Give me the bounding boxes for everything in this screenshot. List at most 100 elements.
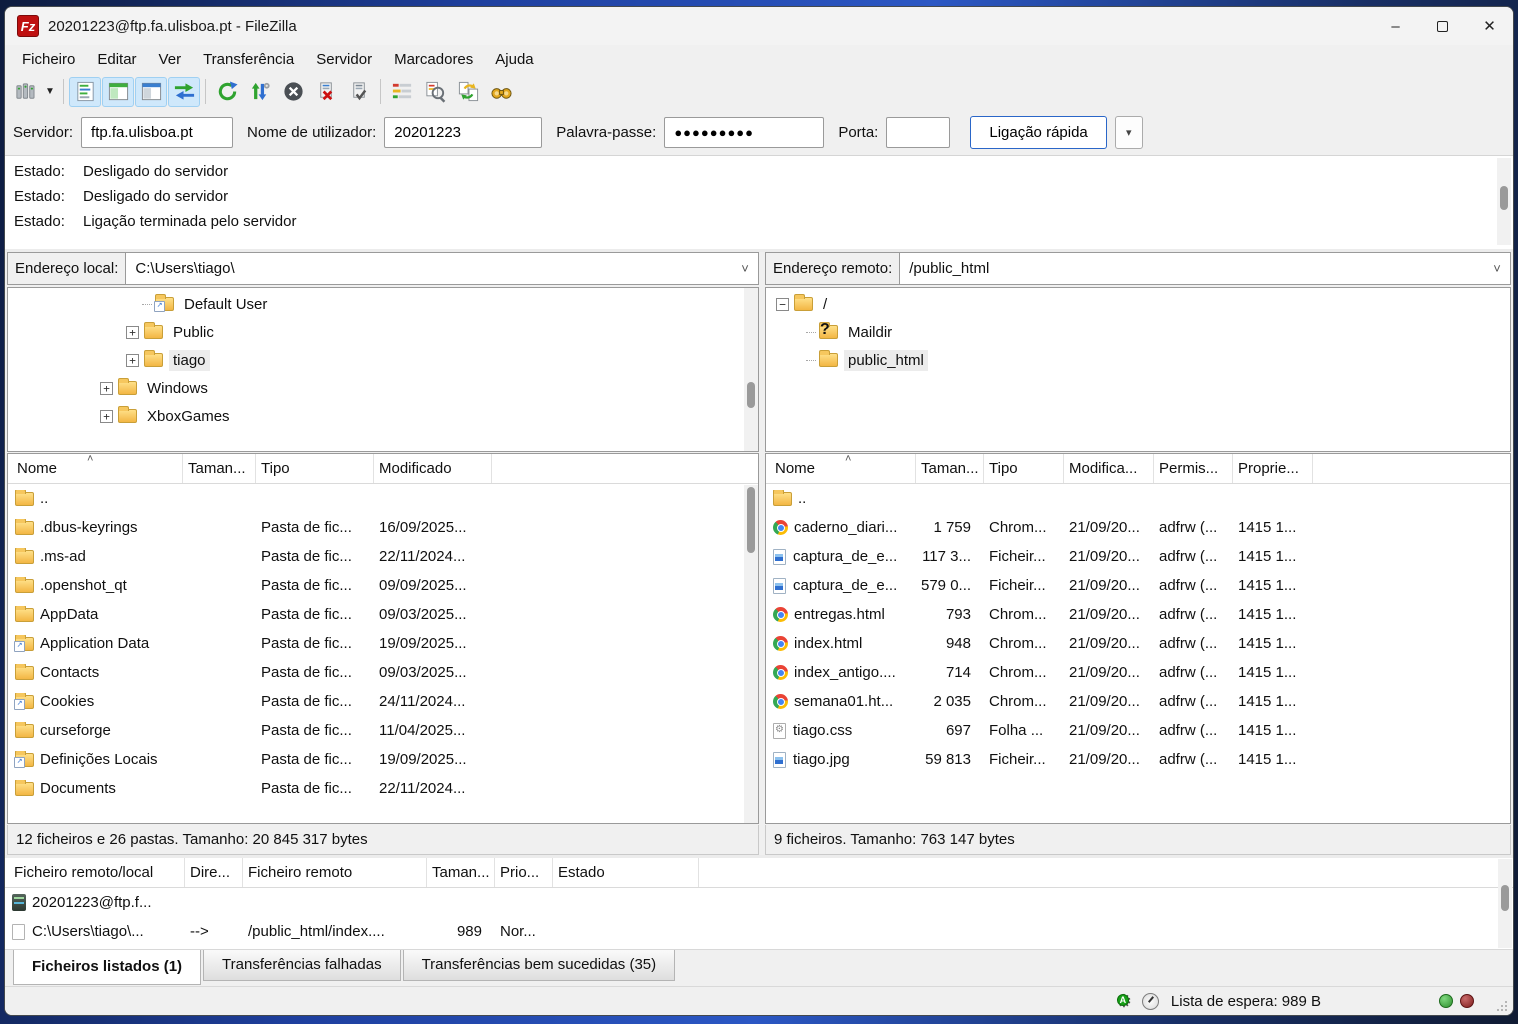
column-header-proprietario[interactable]: Proprie... bbox=[1233, 454, 1313, 483]
speed-limits-icon[interactable] bbox=[1141, 992, 1159, 1010]
file-row[interactable]: caderno_diari... 1 759 Chrom... 21/09/20..… bbox=[766, 513, 1510, 542]
port-input[interactable] bbox=[886, 117, 951, 148]
tree-item-public-html[interactable]: public_html bbox=[766, 346, 1510, 374]
menu-transferencia[interactable]: Transferência bbox=[192, 48, 305, 71]
tree-item-root[interactable]: − / bbox=[766, 290, 1510, 318]
file-row[interactable]: index.html 948 Chrom... 21/09/20... adfrw (… bbox=[766, 629, 1510, 658]
file-row[interactable]: captura_de_e... 579 0... Ficheir... 21/09/… bbox=[766, 571, 1510, 600]
filter-button[interactable] bbox=[386, 77, 418, 107]
refresh-button[interactable] bbox=[211, 77, 243, 107]
synchronized-browsing-button[interactable] bbox=[452, 77, 484, 107]
minimize-button[interactable]: – bbox=[1372, 7, 1419, 45]
password-input[interactable] bbox=[664, 117, 825, 148]
queue-scrollbar-thumb[interactable] bbox=[1501, 885, 1509, 911]
column-header-direcao[interactable]: Dire... bbox=[185, 858, 243, 887]
local-tree-scrollbar-thumb[interactable] bbox=[747, 382, 755, 408]
file-row[interactable]: AppData Pasta de fic... 09/03/2025... bbox=[8, 600, 758, 629]
quickconnect-dropdown[interactable]: ▾ bbox=[1114, 116, 1143, 149]
file-row[interactable]: entregas.html 793 Chrom... 21/09/20... adfr… bbox=[766, 600, 1510, 629]
file-row[interactable]: .ms-ad Pasta de fic... 22/11/2024... bbox=[8, 542, 758, 571]
column-header-ficheiro-remoto[interactable]: Ficheiro remoto bbox=[243, 858, 427, 887]
chevron-down-icon[interactable]: ˅ bbox=[1484, 253, 1510, 284]
menu-ver[interactable]: Ver bbox=[148, 48, 193, 71]
tree-item-xboxgames[interactable]: + XboxGames bbox=[8, 402, 758, 430]
file-row[interactable]: Documents Pasta de fic... 22/11/2024... bbox=[8, 774, 758, 803]
username-input[interactable] bbox=[384, 117, 543, 148]
column-header-modificado[interactable]: Modificado bbox=[374, 454, 492, 483]
auto-transfer-mode-icon[interactable]: ⚙A bbox=[1116, 990, 1138, 1012]
tree-expander[interactable]: + bbox=[126, 325, 139, 339]
file-row[interactable]: Application Data Pasta de fic...19/09/20… bbox=[8, 629, 758, 658]
tree-item-windows[interactable]: + Windows bbox=[8, 374, 758, 402]
column-header-tamanho[interactable]: Taman... bbox=[427, 858, 495, 887]
toggle-local-tree-button[interactable] bbox=[102, 76, 134, 107]
disconnect-button[interactable] bbox=[310, 77, 342, 107]
file-row[interactable]: Definições Locais Pasta de fic...19/09/2… bbox=[8, 745, 758, 774]
menu-ficheiro[interactable]: Ficheiro bbox=[11, 48, 86, 71]
column-header-nome[interactable]: Nome ˄ bbox=[766, 454, 916, 483]
tab-transferencias-bem-sucedidas[interactable]: Transferências bem sucedidas (35) bbox=[402, 950, 676, 981]
file-row[interactable]: Cookies Pasta de fic...24/11/2024... bbox=[8, 687, 758, 716]
maximize-button[interactable] bbox=[1419, 7, 1466, 45]
tree-item-tiago[interactable]: + tiago bbox=[8, 346, 758, 374]
toggle-transfer-queue-button[interactable] bbox=[168, 76, 200, 107]
server-input[interactable] bbox=[81, 117, 234, 148]
tree-expander[interactable]: + bbox=[100, 409, 113, 423]
file-row[interactable]: semana01.ht... 2 035 Chrom... 21/09/20... a… bbox=[766, 687, 1510, 716]
reconnect-button[interactable] bbox=[343, 77, 375, 107]
tree-item-default-user[interactable]: Default User bbox=[8, 290, 758, 318]
close-button[interactable]: ✕ bbox=[1466, 7, 1513, 45]
column-header-prioridade[interactable]: Prio... bbox=[495, 858, 553, 887]
tree-item-public[interactable]: + Public bbox=[8, 318, 758, 346]
log-scrollbar[interactable] bbox=[1497, 158, 1511, 245]
tab-ficheiros-listados[interactable]: Ficheiros listados (1) bbox=[13, 950, 202, 985]
column-header-modificado[interactable]: Modifica... bbox=[1064, 454, 1154, 483]
file-row[interactable]: captura_de_e... 117 3... Ficheir... 21/09/… bbox=[766, 542, 1510, 571]
cancel-button[interactable] bbox=[277, 77, 309, 107]
column-header-tipo[interactable]: Tipo bbox=[256, 454, 374, 483]
tree-expander[interactable]: + bbox=[100, 381, 113, 395]
site-manager-dropdown[interactable]: ▼ bbox=[42, 77, 58, 107]
file-row-parent[interactable]: .. bbox=[766, 484, 1510, 513]
tab-transferencias-falhadas[interactable]: Transferências falhadas bbox=[203, 950, 401, 981]
tree-item-maildir[interactable]: Maildir bbox=[766, 318, 1510, 346]
find-files-button[interactable] bbox=[485, 77, 517, 107]
quickconnect-button[interactable]: Ligação rápida bbox=[970, 116, 1107, 149]
menu-ajuda[interactable]: Ajuda bbox=[484, 48, 544, 71]
queue-server-row[interactable]: 20201223@ftp.f... bbox=[5, 888, 1513, 917]
local-tree-scrollbar[interactable] bbox=[744, 288, 758, 451]
file-row[interactable]: index_antigo.... 714 Chrom... 21/09/20... a… bbox=[766, 658, 1510, 687]
column-header-tipo[interactable]: Tipo bbox=[984, 454, 1064, 483]
tree-expander[interactable]: + bbox=[126, 353, 139, 367]
menu-editar[interactable]: Editar bbox=[86, 48, 147, 71]
file-row[interactable]: Contacts Pasta de fic... 09/03/2025... bbox=[8, 658, 758, 687]
toggle-remote-tree-button[interactable] bbox=[135, 76, 167, 107]
local-list-scrollbar[interactable] bbox=[744, 485, 758, 823]
log-scrollbar-thumb[interactable] bbox=[1500, 186, 1508, 210]
local-address-combobox[interactable]: C:\Users\tiago\ bbox=[126, 253, 732, 284]
site-manager-button[interactable] bbox=[9, 77, 41, 107]
resize-grip[interactable] bbox=[1495, 999, 1507, 1011]
file-row[interactable]: tiago.css 697Folha ...21/09/20...adfrw (… bbox=[766, 716, 1510, 745]
column-header-tamanho[interactable]: Taman... bbox=[916, 454, 984, 483]
column-header-tamanho[interactable]: Taman... bbox=[183, 454, 256, 483]
directory-comparison-button[interactable] bbox=[419, 77, 451, 107]
file-row-parent[interactable]: .. bbox=[8, 484, 758, 513]
local-list-scrollbar-thumb[interactable] bbox=[747, 487, 755, 553]
menu-marcadores[interactable]: Marcadores bbox=[383, 48, 484, 71]
column-header-estado[interactable]: Estado bbox=[553, 858, 699, 887]
column-header-permissoes[interactable]: Permis... bbox=[1154, 454, 1233, 483]
remote-address-combobox[interactable]: /public_html bbox=[900, 253, 1484, 284]
chevron-down-icon[interactable]: ˅ bbox=[732, 253, 758, 284]
menu-servidor[interactable]: Servidor bbox=[305, 48, 383, 71]
column-header-ficheiro-remoto-local[interactable]: Ficheiro remoto/local bbox=[5, 858, 185, 887]
queue-file-row[interactable]: C:\Users\tiago\... -->/public_html/index… bbox=[5, 917, 1513, 946]
toggle-message-log-button[interactable] bbox=[69, 76, 101, 107]
process-queue-button[interactable] bbox=[244, 77, 276, 107]
tree-expander[interactable]: − bbox=[776, 297, 789, 311]
file-row[interactable]: .openshot_qt Pasta de fic... 09/09/2025..… bbox=[8, 571, 758, 600]
column-header-nome[interactable]: Nome ˄ bbox=[8, 454, 183, 483]
queue-scrollbar[interactable] bbox=[1498, 859, 1512, 948]
file-row[interactable]: curseforge Pasta de fic... 11/04/2025... bbox=[8, 716, 758, 745]
file-row[interactable]: tiago.jpg 59 813 Ficheir... 21/09/20... adf… bbox=[766, 745, 1510, 774]
